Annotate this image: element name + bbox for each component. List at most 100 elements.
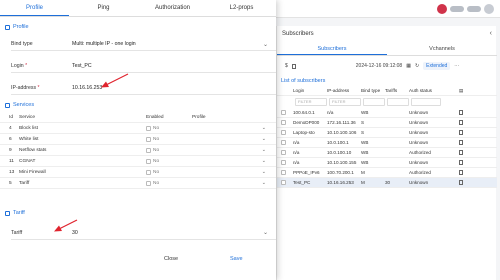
table-row[interactable]: PPPoE_IPv6 100.70.200.1 M Authorized bbox=[277, 168, 497, 178]
cell-ip: 10.10.100.155 bbox=[327, 160, 357, 165]
column-header: Id bbox=[9, 114, 14, 120]
row-delete[interactable] bbox=[459, 169, 471, 176]
table-row[interactable]: 100.64.0.1 n/a WB Unknown bbox=[277, 108, 497, 118]
row-delete[interactable] bbox=[459, 109, 471, 116]
checkbox[interactable] bbox=[281, 149, 286, 155]
column-header[interactable]: Auth status bbox=[409, 88, 459, 93]
trash-icon[interactable] bbox=[459, 159, 463, 165]
column-header[interactable]: IP-address bbox=[327, 88, 361, 93]
trash-icon[interactable] bbox=[459, 179, 463, 185]
chevron-down-icon[interactable]: ⌄ bbox=[262, 158, 266, 164]
service-enabled-checkbox[interactable] bbox=[146, 180, 151, 186]
trash-icon[interactable] bbox=[459, 119, 463, 125]
login-field[interactable]: Login * Test_PC bbox=[11, 60, 276, 73]
filter-select[interactable] bbox=[363, 98, 385, 106]
table-row[interactable]: n/a 10.0.100.10 WB Authorized bbox=[277, 148, 497, 158]
cell-ip: 10.16.16.253 bbox=[327, 180, 354, 185]
row-checkbox[interactable] bbox=[277, 109, 293, 116]
tab-l2-props[interactable]: L2-props bbox=[207, 0, 276, 16]
row-checkbox[interactable] bbox=[277, 129, 293, 136]
service-enabled-checkbox[interactable] bbox=[146, 136, 151, 142]
calendar-icon[interactable]: ▦ bbox=[406, 63, 411, 69]
bind-type-select[interactable]: Bind type Multi: multiple IP - one login… bbox=[11, 38, 276, 51]
table-row[interactable]: n/a 10.10.100.155 WB Unknown bbox=[277, 158, 497, 168]
row-delete[interactable] bbox=[459, 139, 471, 146]
more-icon[interactable]: ⋯ bbox=[454, 63, 459, 69]
trash-icon[interactable] bbox=[459, 139, 463, 145]
row-delete[interactable] bbox=[459, 159, 471, 166]
trash-icon[interactable] bbox=[459, 129, 463, 135]
row-checkbox[interactable] bbox=[277, 149, 293, 156]
collapse-icon[interactable]: ‹ bbox=[490, 30, 492, 37]
chevron-down-icon[interactable]: ⌄ bbox=[262, 136, 266, 142]
row-checkbox[interactable] bbox=[277, 159, 293, 166]
user-icon[interactable] bbox=[484, 4, 494, 14]
table-row[interactable]: Test_PC 10.16.16.253 M 30 Unknown bbox=[277, 178, 497, 188]
table-row[interactable]: Laptop-sto 10.10.100.106 S Unknown bbox=[277, 128, 497, 138]
row-delete[interactable] bbox=[459, 179, 471, 186]
table-row[interactable]: n/a 10.0.100.1 WB Unknown bbox=[277, 138, 497, 148]
checkbox[interactable] bbox=[281, 129, 286, 135]
checkbox[interactable] bbox=[281, 169, 286, 175]
field-label: Tariff bbox=[11, 229, 23, 236]
tariff-select[interactable]: Tariff 30 ⌄ bbox=[11, 226, 276, 240]
tab-authorization[interactable]: Authorization bbox=[138, 0, 207, 16]
chevron-down-icon[interactable]: ⌄ bbox=[262, 125, 266, 131]
chevron-down-icon[interactable]: ⌄ bbox=[263, 229, 268, 236]
tab-vchannels[interactable]: Vchannels bbox=[387, 44, 497, 55]
trash-icon[interactable] bbox=[459, 169, 463, 175]
column-header[interactable]: Bind type bbox=[361, 88, 385, 93]
refresh-icon[interactable]: ↻ bbox=[415, 63, 419, 69]
filter-select[interactable] bbox=[387, 98, 409, 106]
row-checkbox[interactable] bbox=[277, 169, 293, 176]
trash-icon[interactable] bbox=[459, 149, 463, 155]
cell-bind-type: S bbox=[361, 130, 365, 135]
service-enabled-checkbox[interactable] bbox=[146, 169, 151, 175]
save-button[interactable]: Save bbox=[230, 254, 243, 264]
service-id: 4 bbox=[9, 125, 12, 131]
close-button[interactable]: Close bbox=[164, 254, 178, 264]
checkbox[interactable] bbox=[281, 159, 286, 165]
row-checkbox[interactable] bbox=[277, 119, 293, 126]
filter-select[interactable] bbox=[411, 98, 441, 106]
service-enabled-checkbox[interactable] bbox=[146, 147, 151, 153]
chevron-down-icon[interactable]: ⌄ bbox=[263, 41, 268, 48]
dollar-icon[interactable]: $ bbox=[285, 63, 288, 69]
chevron-down-icon[interactable]: ⌄ bbox=[262, 147, 266, 153]
login-input[interactable]: Test_PC bbox=[72, 63, 276, 69]
tab-ping[interactable]: Ping bbox=[69, 0, 138, 16]
flag-icon[interactable] bbox=[437, 4, 447, 14]
row-delete[interactable] bbox=[459, 129, 471, 136]
filter-input[interactable]: FILTER bbox=[295, 98, 327, 106]
chevron-down-icon[interactable]: ⌄ bbox=[262, 180, 266, 186]
ip-address-input[interactable]: 10.16.16.253 bbox=[72, 85, 276, 91]
checkbox[interactable] bbox=[281, 139, 286, 145]
trash-icon[interactable] bbox=[459, 109, 463, 115]
checkbox[interactable] bbox=[281, 179, 286, 185]
columns-icon[interactable]: ▤ bbox=[459, 88, 471, 94]
tariff-value: 30 bbox=[72, 229, 78, 236]
column-header[interactable]: Login bbox=[293, 88, 327, 93]
checkbox[interactable] bbox=[281, 119, 286, 125]
chevron-down-icon[interactable]: ⌄ bbox=[262, 169, 266, 175]
column-header[interactable]: Tariffs bbox=[385, 88, 409, 93]
tab-subscribers[interactable]: Subscribers bbox=[277, 44, 387, 55]
table-row[interactable]: DemoDP000 172.16.111.36 S Unknown bbox=[277, 118, 497, 128]
tariff-icon bbox=[5, 210, 10, 216]
row-checkbox[interactable] bbox=[277, 179, 293, 186]
row-checkbox[interactable] bbox=[277, 139, 293, 146]
checkbox[interactable] bbox=[281, 109, 286, 115]
extended-toggle[interactable]: Extended bbox=[423, 62, 451, 70]
service-name: Tariff bbox=[19, 180, 30, 186]
service-enabled-checkbox[interactable] bbox=[146, 125, 151, 131]
trash-icon[interactable] bbox=[291, 63, 296, 69]
row-delete[interactable] bbox=[459, 149, 471, 156]
ip-address-field[interactable]: IP-address * 10.16.16.253 bbox=[11, 82, 276, 95]
profile-section-header: Profile bbox=[5, 23, 29, 31]
cell-bind-type: WB bbox=[361, 110, 369, 115]
row-delete[interactable] bbox=[459, 119, 471, 126]
filter-input[interactable]: FILTER bbox=[329, 98, 361, 106]
tab-profile[interactable]: Profile bbox=[0, 0, 69, 16]
service-enabled-checkbox[interactable] bbox=[146, 158, 151, 164]
profile-icon bbox=[5, 24, 10, 30]
